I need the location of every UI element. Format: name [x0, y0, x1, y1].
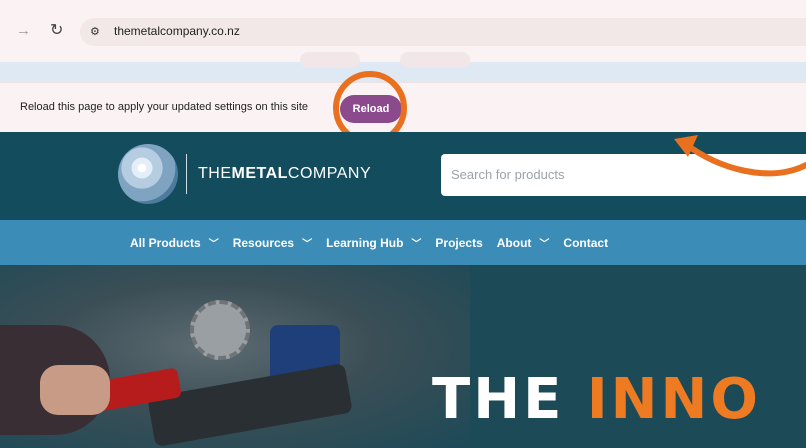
logo-prefix: THE [198, 165, 232, 182]
hand [40, 365, 110, 415]
blurred-tab [300, 52, 360, 68]
infobar-message: Reload this page to apply your updated s… [20, 101, 309, 113]
browser-toolbar: → ↻ ⚙ themetalcompany.co.nz [0, 0, 806, 68]
nav-label: All Products [130, 235, 201, 250]
hero-banner: THE INNO [0, 265, 806, 448]
address-bar[interactable]: ⚙ themetalcompany.co.nz [80, 18, 806, 46]
nav-item-resources[interactable]: Resources ﹀ [232, 235, 313, 251]
nav-item-learning-hub[interactable]: Learning Hub ﹀ [326, 235, 422, 251]
logo-suffix: COMPANY [287, 165, 372, 182]
url-text[interactable]: themetalcompany.co.nz [114, 24, 240, 38]
chevron-down-icon: ﹀ [539, 239, 550, 250]
nav-label: Learning Hub [326, 235, 404, 250]
nav-item-contact[interactable]: Contact [563, 235, 608, 250]
logo-divider [186, 154, 187, 194]
hero-photo [0, 265, 470, 448]
blurred-tab [400, 52, 470, 68]
nav-item-about[interactable]: About ﹀ [496, 235, 550, 251]
refresh-icon[interactable]: ↻ [50, 20, 63, 40]
nav-label: About [496, 235, 532, 250]
tune-icon[interactable]: ⚙ [90, 25, 100, 38]
chevron-down-icon: ﹀ [411, 239, 422, 250]
nav-label: Contact [563, 235, 609, 250]
search-placeholder: Search for products [451, 167, 565, 182]
arrow-curve [681, 140, 806, 177]
logo-bold: METAL [231, 165, 288, 182]
tool-gear [190, 300, 250, 360]
hero-title: THE INNO [432, 367, 761, 432]
chevron-down-icon: ﹀ [208, 239, 219, 250]
nav-label: Projects [435, 235, 483, 250]
chevron-down-icon: ﹀ [302, 239, 313, 250]
annotation-arrow [674, 135, 806, 177]
nav-item-all-products[interactable]: All Products ﹀ [130, 235, 219, 251]
forward-icon[interactable]: → [16, 22, 31, 39]
nav-item-projects[interactable]: Projects [435, 235, 482, 250]
nav-label: Resources [232, 235, 295, 250]
logo-wordmark[interactable]: THEMETALCOMPANY [198, 165, 371, 183]
hero-title-white: THE [432, 367, 565, 432]
main-nav: All Products ﹀ Resources ﹀ Learning Hub ﹀ P… [0, 220, 806, 265]
logo-icon[interactable] [118, 144, 178, 204]
hero-title-orange: INNO [586, 367, 762, 432]
